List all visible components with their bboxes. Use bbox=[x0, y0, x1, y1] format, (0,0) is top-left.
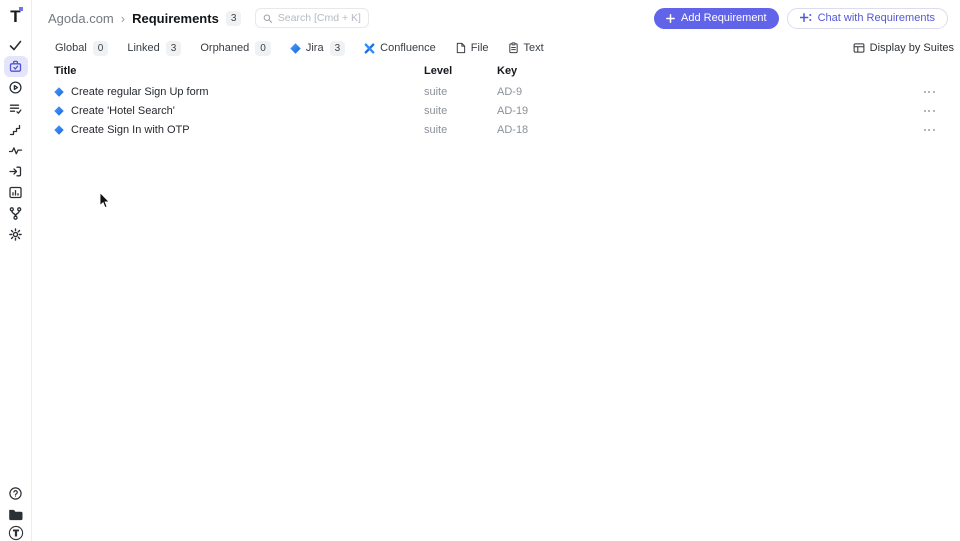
jira-icon bbox=[54, 105, 64, 116]
requirements-table: Title Level Key Create regular Sign Up f… bbox=[32, 60, 960, 139]
display-by-suites-label: Display by Suites bbox=[869, 42, 954, 54]
sidebar-item-import[interactable] bbox=[4, 161, 28, 182]
sidebar-item-settings[interactable] bbox=[4, 224, 28, 245]
sidebar-bottom: T bbox=[0, 483, 31, 541]
sidebar-item-milestones[interactable] bbox=[4, 119, 28, 140]
filter-orphaned-label: Orphaned bbox=[200, 42, 250, 54]
requirements-count-badge: 3 bbox=[225, 10, 242, 26]
sidebar-nav bbox=[0, 35, 31, 245]
jira-icon bbox=[54, 86, 64, 97]
add-requirement-button[interactable]: Add Requirement bbox=[654, 7, 779, 29]
jira-icon bbox=[290, 42, 301, 54]
sidebar-item-pulse[interactable] bbox=[4, 140, 28, 161]
help-icon bbox=[9, 487, 22, 500]
chat-with-requirements-button[interactable]: Chat with Requirements bbox=[786, 7, 948, 29]
filter-confluence[interactable]: Confluence bbox=[364, 42, 436, 54]
filter-jira-count: 3 bbox=[329, 40, 346, 56]
ai-sparkle-icon bbox=[799, 13, 811, 22]
filter-linked-count: 3 bbox=[165, 40, 182, 56]
svg-text:T: T bbox=[13, 528, 19, 538]
breadcrumb-project[interactable]: Agoda.com bbox=[48, 11, 114, 26]
requirement-key: AD-19 bbox=[497, 104, 529, 117]
tests-check-icon bbox=[9, 40, 22, 51]
sidebar-item-runs[interactable] bbox=[4, 77, 28, 98]
jira-icon bbox=[54, 124, 64, 135]
filter-linked[interactable]: Linked 3 bbox=[127, 40, 182, 56]
filter-bar: Global 0 Linked 3 Orphaned 0 Jira 3 Conf… bbox=[32, 36, 960, 58]
plus-icon bbox=[666, 13, 675, 23]
milestones-stairs-icon bbox=[9, 124, 21, 136]
search-input[interactable] bbox=[277, 12, 362, 24]
requirement-key: AD-18 bbox=[497, 123, 529, 136]
display-table-icon bbox=[853, 43, 865, 53]
logo-accent bbox=[19, 7, 23, 11]
requirements-briefcase-icon bbox=[9, 60, 22, 72]
app-logo[interactable]: T bbox=[0, 0, 31, 32]
requirement-level: suite bbox=[424, 85, 448, 98]
sidebar-item-analytics[interactable] bbox=[4, 182, 28, 203]
column-key: Key bbox=[497, 65, 518, 77]
sidebar-item-requirements[interactable] bbox=[3, 56, 28, 77]
sidebar: T T bbox=[0, 0, 32, 541]
sidebar-item-help[interactable] bbox=[4, 483, 28, 504]
import-icon bbox=[9, 166, 22, 177]
branches-icon bbox=[9, 207, 22, 220]
table-row[interactable]: Create Sign In with OTP suite AD-18 bbox=[32, 120, 960, 139]
requirement-level: suite bbox=[424, 123, 448, 136]
topbar: Agoda.com › Requirements 3 Add Requireme… bbox=[32, 0, 960, 36]
confluence-icon bbox=[364, 42, 375, 54]
column-title: Title bbox=[54, 65, 77, 77]
pulse-activity-icon bbox=[8, 147, 23, 155]
display-by-suites-toggle[interactable]: Display by Suites bbox=[853, 42, 954, 54]
settings-gear-icon bbox=[9, 228, 22, 241]
profile-avatar: T bbox=[8, 525, 23, 541]
sidebar-item-projects[interactable] bbox=[4, 504, 28, 525]
row-menu-button[interactable] bbox=[908, 128, 960, 131]
projects-folder-icon bbox=[9, 509, 23, 521]
sidebar-item-branches[interactable] bbox=[4, 203, 28, 224]
filter-file-label: File bbox=[470, 42, 489, 54]
filter-global[interactable]: Global 0 bbox=[55, 40, 109, 56]
requirement-key: AD-9 bbox=[497, 85, 523, 98]
table-row[interactable]: Create regular Sign Up form suite AD-9 bbox=[32, 82, 960, 101]
filter-text-label: Text bbox=[523, 42, 544, 54]
runs-play-icon bbox=[9, 81, 22, 94]
filter-global-label: Global bbox=[55, 42, 87, 54]
filter-linked-label: Linked bbox=[127, 42, 160, 54]
row-menu-button[interactable] bbox=[908, 90, 960, 93]
sidebar-item-tests[interactable] bbox=[4, 35, 28, 56]
file-icon bbox=[456, 42, 465, 54]
table-row[interactable]: Create 'Hotel Search' suite AD-19 bbox=[32, 101, 960, 120]
filter-text[interactable]: Text bbox=[508, 42, 544, 54]
add-requirement-label: Add Requirement bbox=[681, 12, 767, 24]
breadcrumb-separator: › bbox=[120, 10, 126, 26]
search-box[interactable] bbox=[255, 8, 370, 28]
main-content: Agoda.com › Requirements 3 Add Requireme… bbox=[32, 0, 960, 541]
chat-with-requirements-label: Chat with Requirements bbox=[817, 12, 935, 24]
row-menu-button[interactable] bbox=[908, 109, 960, 112]
column-level: Level bbox=[424, 65, 453, 77]
filter-confluence-label: Confluence bbox=[380, 42, 436, 54]
requirement-level: suite bbox=[424, 104, 448, 117]
page-title: Requirements bbox=[132, 10, 219, 26]
test-plans-list-icon bbox=[9, 104, 22, 114]
requirement-title[interactable]: Create 'Hotel Search' bbox=[71, 105, 175, 117]
search-icon bbox=[264, 13, 273, 23]
table-header-row: Title Level Key bbox=[32, 60, 960, 82]
filter-global-count: 0 bbox=[92, 40, 109, 56]
filter-jira-label: Jira bbox=[305, 42, 324, 54]
analytics-chart-icon bbox=[9, 186, 22, 199]
topbar-buttons: Add Requirement Chat with Requirements bbox=[654, 7, 948, 29]
filter-file[interactable]: File bbox=[455, 42, 489, 54]
filter-jira[interactable]: Jira 3 bbox=[290, 40, 346, 56]
text-icon bbox=[508, 42, 518, 54]
filter-orphaned[interactable]: Orphaned 0 bbox=[200, 40, 271, 56]
requirement-title[interactable]: Create regular Sign Up form bbox=[71, 86, 209, 98]
filter-orphaned-count: 0 bbox=[255, 40, 271, 56]
requirement-title[interactable]: Create Sign In with OTP bbox=[71, 124, 190, 136]
sidebar-item-profile[interactable]: T bbox=[4, 525, 28, 541]
sidebar-item-test-plans[interactable] bbox=[4, 98, 28, 119]
